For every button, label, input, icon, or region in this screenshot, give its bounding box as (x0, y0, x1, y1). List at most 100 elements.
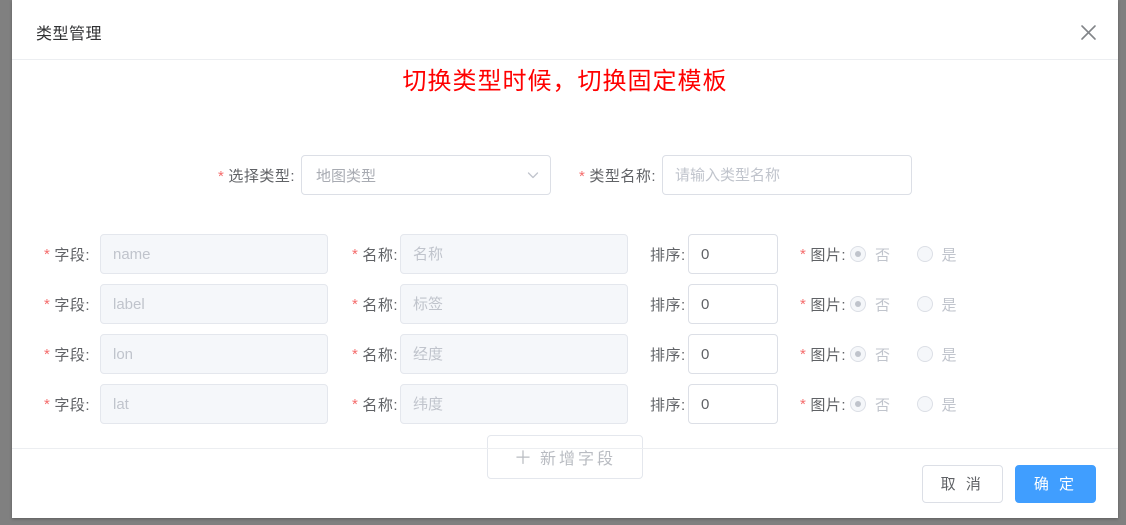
image-label-text: 图片: (810, 246, 847, 264)
radio-image-no-label: 否 (875, 396, 891, 414)
table-row: *字段: *名称: 排序: *图片: 否 是 (12, 229, 1118, 279)
image-label: * 图片: (778, 394, 850, 415)
radio-dot-icon (850, 246, 866, 262)
field-rows: *字段: *名称: 排序: *图片: 否 是 (12, 229, 1118, 429)
confirm-button[interactable]: 确 定 (1014, 464, 1096, 503)
sort-label: 排序: (650, 246, 686, 264)
type-name-input[interactable] (662, 155, 913, 195)
field-key-input (100, 284, 328, 324)
image-radio-group: 否 是 (850, 344, 983, 365)
radio-dot-icon (850, 346, 866, 362)
radio-image-yes[interactable]: 是 (916, 244, 958, 265)
name-label-text: 名称: (362, 246, 399, 264)
name-label: * 名称: (328, 244, 400, 265)
required-asterisk: * (44, 345, 51, 363)
image-label: * 图片: (778, 244, 850, 265)
sort-input[interactable] (688, 334, 778, 374)
type-name-group: * 类型名称: (579, 155, 913, 195)
field-key-input (100, 234, 328, 274)
type-name-label-text: 类型名称: (589, 167, 657, 185)
field-label: * 字段: (44, 244, 100, 265)
sort-input[interactable] (688, 284, 778, 324)
select-type-wrap: 地图类型 (301, 155, 551, 195)
required-asterisk: * (44, 245, 51, 263)
radio-dot-icon (850, 296, 866, 312)
sort-label: 排序: (650, 296, 686, 314)
dialog-header: 类型管理 (12, 0, 1118, 60)
cancel-button[interactable]: 取 消 (921, 464, 1003, 503)
table-row: *字段: *名称: 排序: *图片: 否 是 (12, 329, 1118, 379)
radio-image-yes[interactable]: 是 (916, 394, 958, 415)
select-type-dropdown[interactable]: 地图类型 (301, 155, 551, 195)
required-asterisk: * (352, 295, 359, 313)
required-asterisk: * (800, 295, 807, 313)
select-type-group: * 选择类型: 地图类型 (218, 155, 551, 195)
select-type-value: 地图类型 (316, 167, 377, 185)
image-radio-group: 否 是 (850, 294, 983, 315)
modal-overlay: 类型管理 切换类型时候，切换固定模板 * 选择类型: 地图类型 * 类型名称: … (0, 0, 1126, 525)
radio-dot-icon (916, 246, 933, 262)
required-asterisk: * (217, 167, 225, 185)
sort-input[interactable] (688, 234, 778, 274)
field-label: * 字段: (44, 344, 100, 365)
name-label: * 名称: (328, 394, 400, 415)
image-label-text: 图片: (810, 296, 847, 314)
required-asterisk: * (352, 345, 359, 363)
table-row: *字段: *名称: 排序: *图片: 否 是 (12, 379, 1118, 429)
dialog-footer: 取 消 确 定 (12, 448, 1118, 518)
type-management-dialog: 类型管理 切换类型时候，切换固定模板 * 选择类型: 地图类型 * 类型名称: … (12, 0, 1118, 518)
field-name-input (400, 284, 628, 324)
radio-image-no[interactable]: 否 (850, 394, 891, 415)
field-label: * 字段: (44, 294, 100, 315)
radio-dot-icon (850, 396, 866, 412)
image-label: * 图片: (778, 294, 850, 315)
select-type-label-text: 选择类型: (228, 167, 295, 185)
close-icon[interactable] (1076, 20, 1100, 44)
radio-image-yes[interactable]: 是 (916, 294, 958, 315)
radio-image-yes[interactable]: 是 (916, 344, 958, 365)
image-label-text: 图片: (810, 346, 847, 364)
radio-image-yes-label: 是 (941, 396, 958, 414)
warning-note: 切换类型时候，切换固定模板 (402, 67, 728, 95)
field-label: * 字段: (44, 394, 100, 415)
image-radio-group: 否 是 (850, 394, 983, 415)
image-label-text: 图片: (810, 396, 847, 414)
radio-image-yes-label: 是 (941, 346, 958, 364)
name-label: * 名称: (328, 294, 400, 315)
field-key-input (100, 384, 328, 424)
field-name-input (400, 234, 628, 274)
select-type-label: * 选择类型: (218, 165, 295, 186)
name-label: * 名称: (328, 344, 400, 365)
table-row: *字段: *名称: 排序: *图片: 否 是 (12, 279, 1118, 329)
name-label-text: 名称: (362, 346, 399, 364)
image-radio-group: 否 是 (850, 244, 983, 265)
required-asterisk: * (44, 295, 51, 313)
image-label: * 图片: (778, 344, 850, 365)
sort-label: 排序: (650, 346, 686, 364)
field-label-text: 字段: (54, 296, 91, 314)
field-label-text: 字段: (54, 396, 91, 414)
name-label-text: 名称: (362, 396, 399, 414)
required-asterisk: * (800, 245, 807, 263)
name-label-text: 名称: (362, 296, 399, 314)
radio-image-no[interactable]: 否 (850, 294, 891, 315)
sort-input[interactable] (688, 384, 778, 424)
required-asterisk: * (800, 395, 807, 413)
radio-dot-icon (916, 346, 933, 362)
field-label-text: 字段: (54, 246, 91, 264)
sort-label: 排序: (650, 396, 686, 414)
required-asterisk: * (352, 245, 359, 263)
radio-image-no-label: 否 (875, 296, 891, 314)
required-asterisk: * (800, 345, 807, 363)
field-key-input (100, 334, 328, 374)
field-name-input (400, 384, 628, 424)
page-title: 类型管理 (36, 26, 103, 43)
radio-image-no[interactable]: 否 (850, 344, 891, 365)
field-name-input (400, 334, 628, 374)
radio-dot-icon (916, 296, 933, 312)
field-label-text: 字段: (54, 346, 91, 364)
radio-image-no[interactable]: 否 (850, 244, 891, 265)
top-form-row: * 选择类型: 地图类型 * 类型名称: (12, 155, 1118, 195)
required-asterisk: * (352, 395, 359, 413)
required-asterisk: * (579, 167, 586, 185)
